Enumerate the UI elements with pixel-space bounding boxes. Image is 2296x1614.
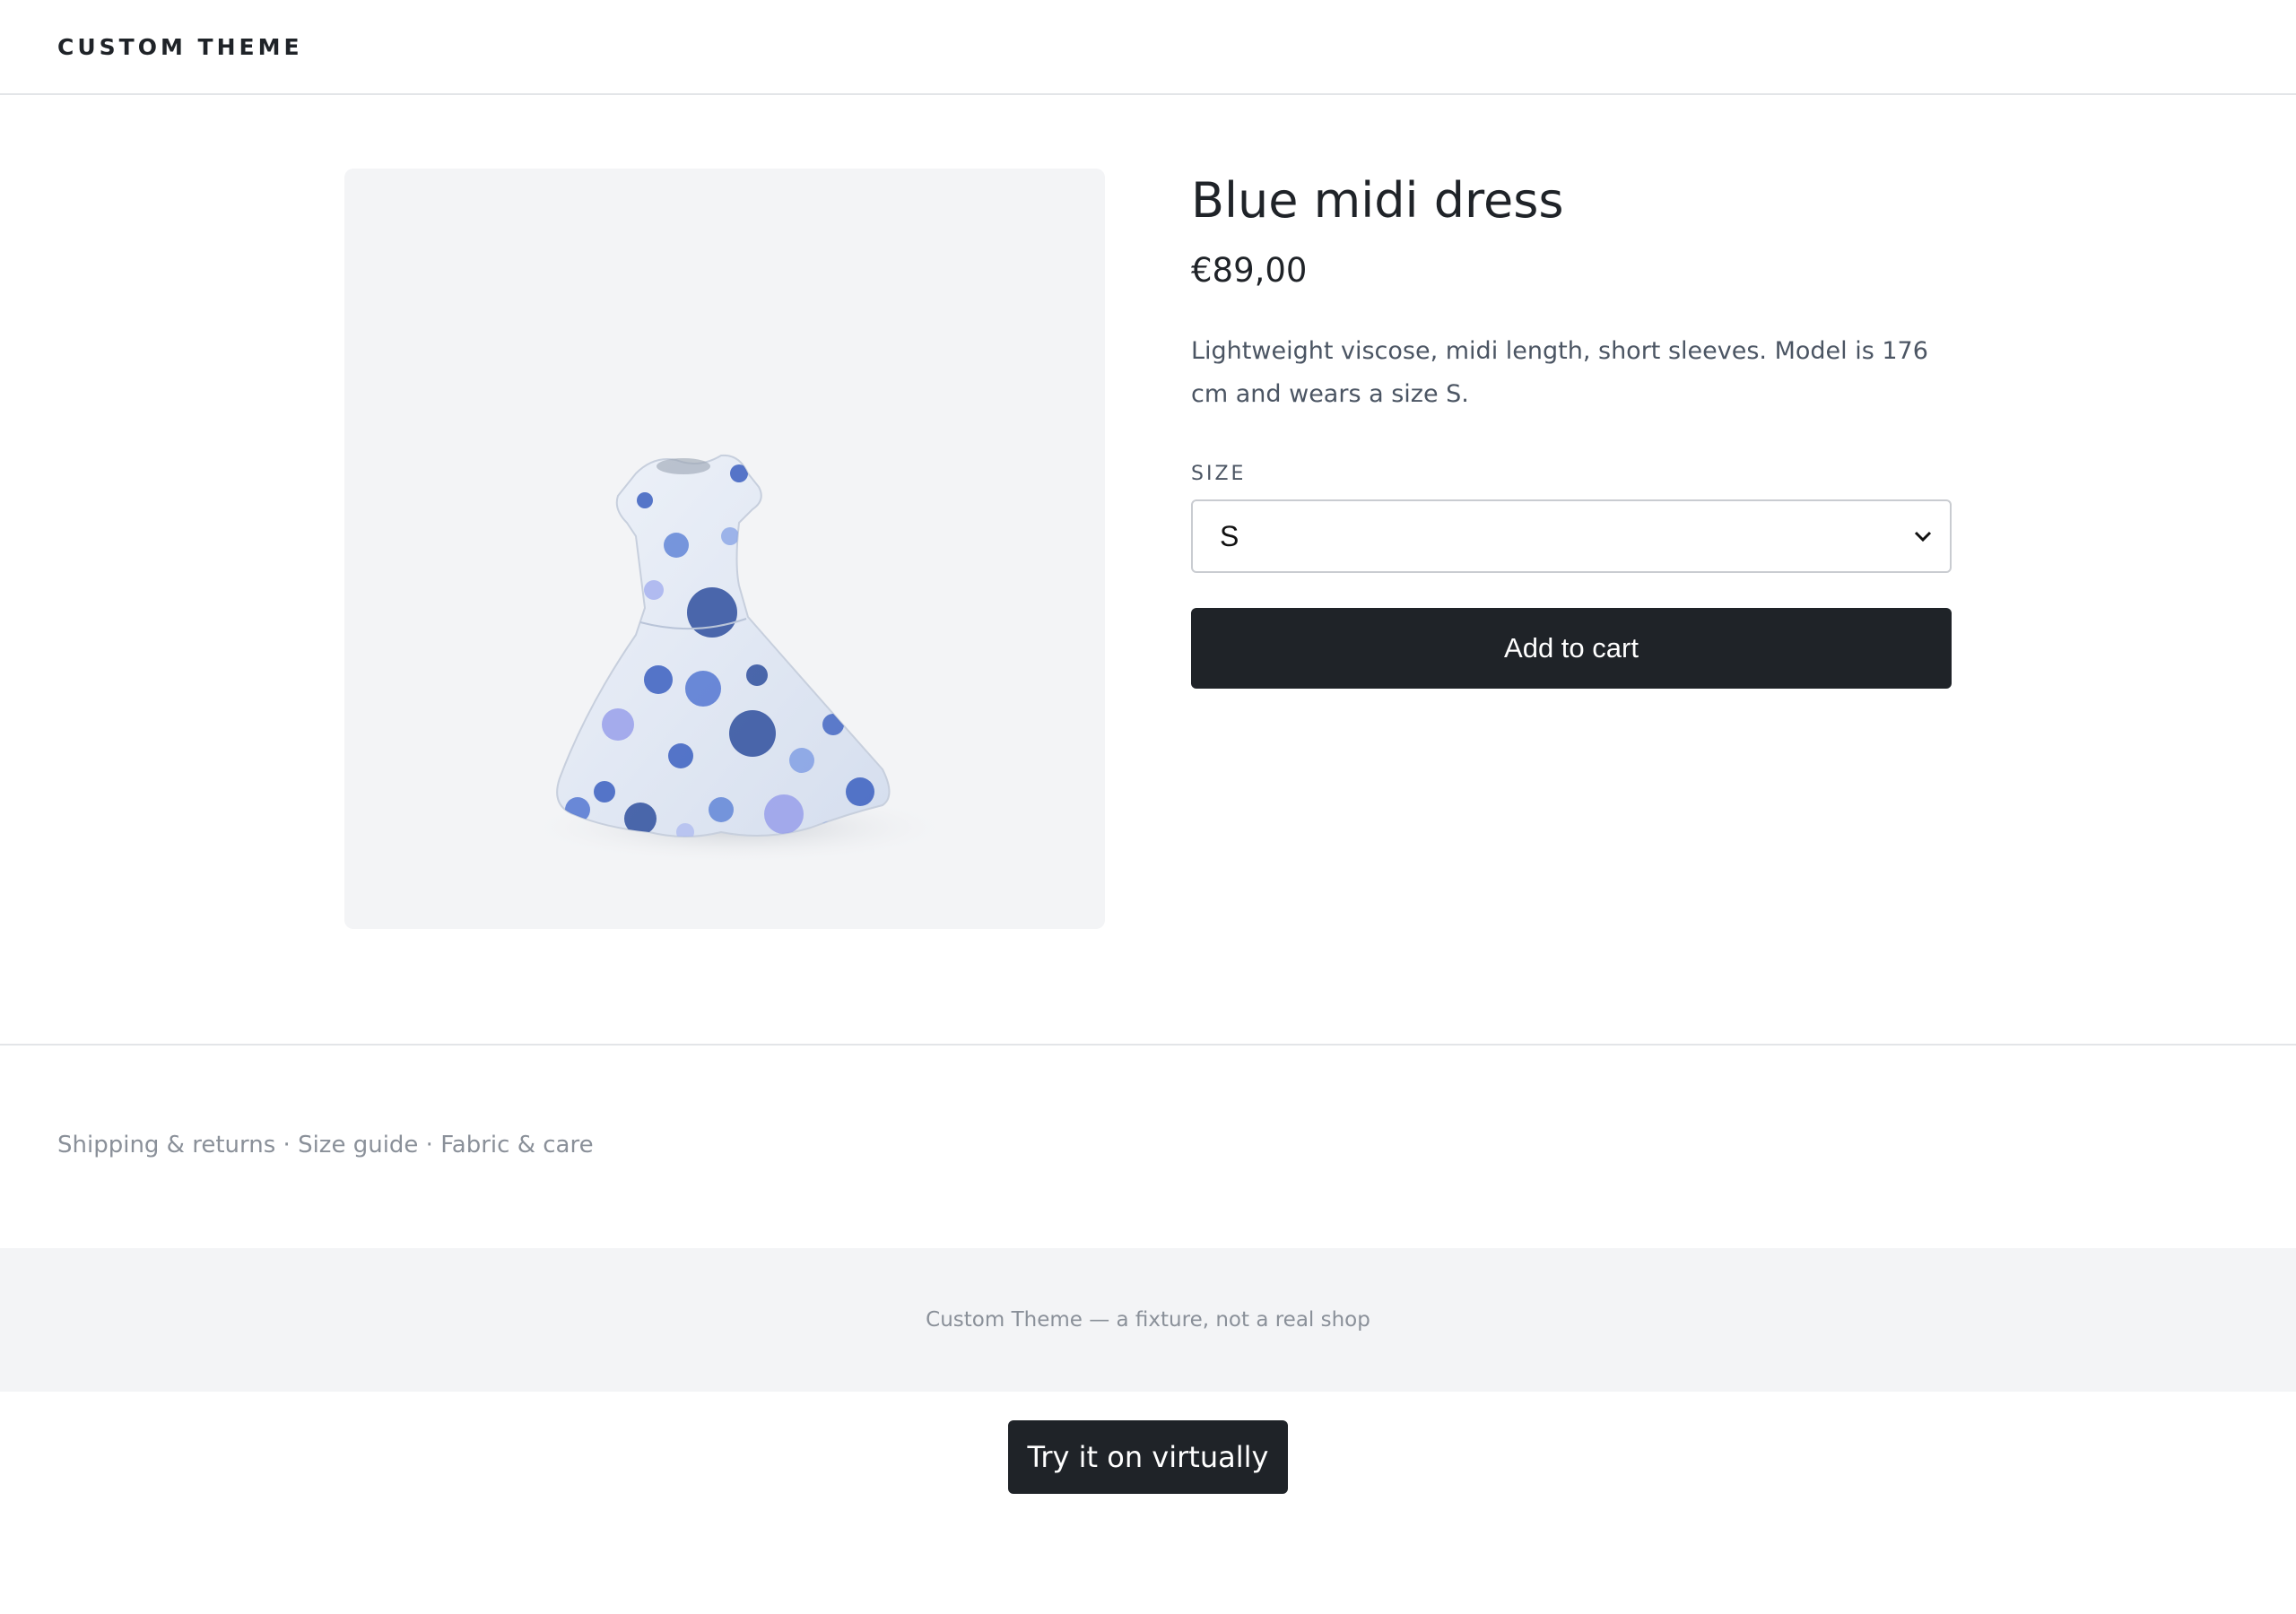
size-select[interactable]: S	[1191, 499, 1952, 573]
product-image[interactable]	[344, 169, 1105, 929]
product-title: Blue midi dress	[1191, 172, 1564, 229]
footer-text: Custom Theme — a fixture, not a real sho…	[926, 1308, 1370, 1332]
section-divider	[0, 1044, 2296, 1046]
product-description: Lightweight viscose, midi length, short …	[1191, 337, 1928, 408]
product-section: Blue midi dress €89,00 Lightweight visco…	[344, 169, 1952, 929]
size-selected-value: S	[1220, 519, 1239, 552]
dress-image	[524, 454, 954, 863]
site-footer: Custom Theme — a fixture, not a real sho…	[0, 1248, 2296, 1392]
product-price: €89,00	[1191, 251, 1308, 290]
try-on-virtually-button[interactable]: Try it on virtually	[1008, 1420, 1288, 1494]
info-links: Shipping & returns · Size guide · Fabric…	[57, 1132, 594, 1158]
link-shipping-returns[interactable]: Shipping & returns	[57, 1132, 275, 1158]
size-label: SIZE	[1191, 463, 1247, 485]
link-separator: ·	[275, 1132, 299, 1158]
add-to-cart-button[interactable]: Add to cart	[1191, 608, 1952, 689]
link-separator: ·	[418, 1132, 441, 1158]
link-size-guide[interactable]: Size guide	[298, 1132, 418, 1158]
chevron-down-icon	[1914, 531, 1932, 542]
brand-logo[interactable]: CUSTOM THEME	[57, 34, 303, 60]
link-fabric-care[interactable]: Fabric & care	[440, 1132, 593, 1158]
site-header: CUSTOM THEME	[0, 0, 2296, 95]
